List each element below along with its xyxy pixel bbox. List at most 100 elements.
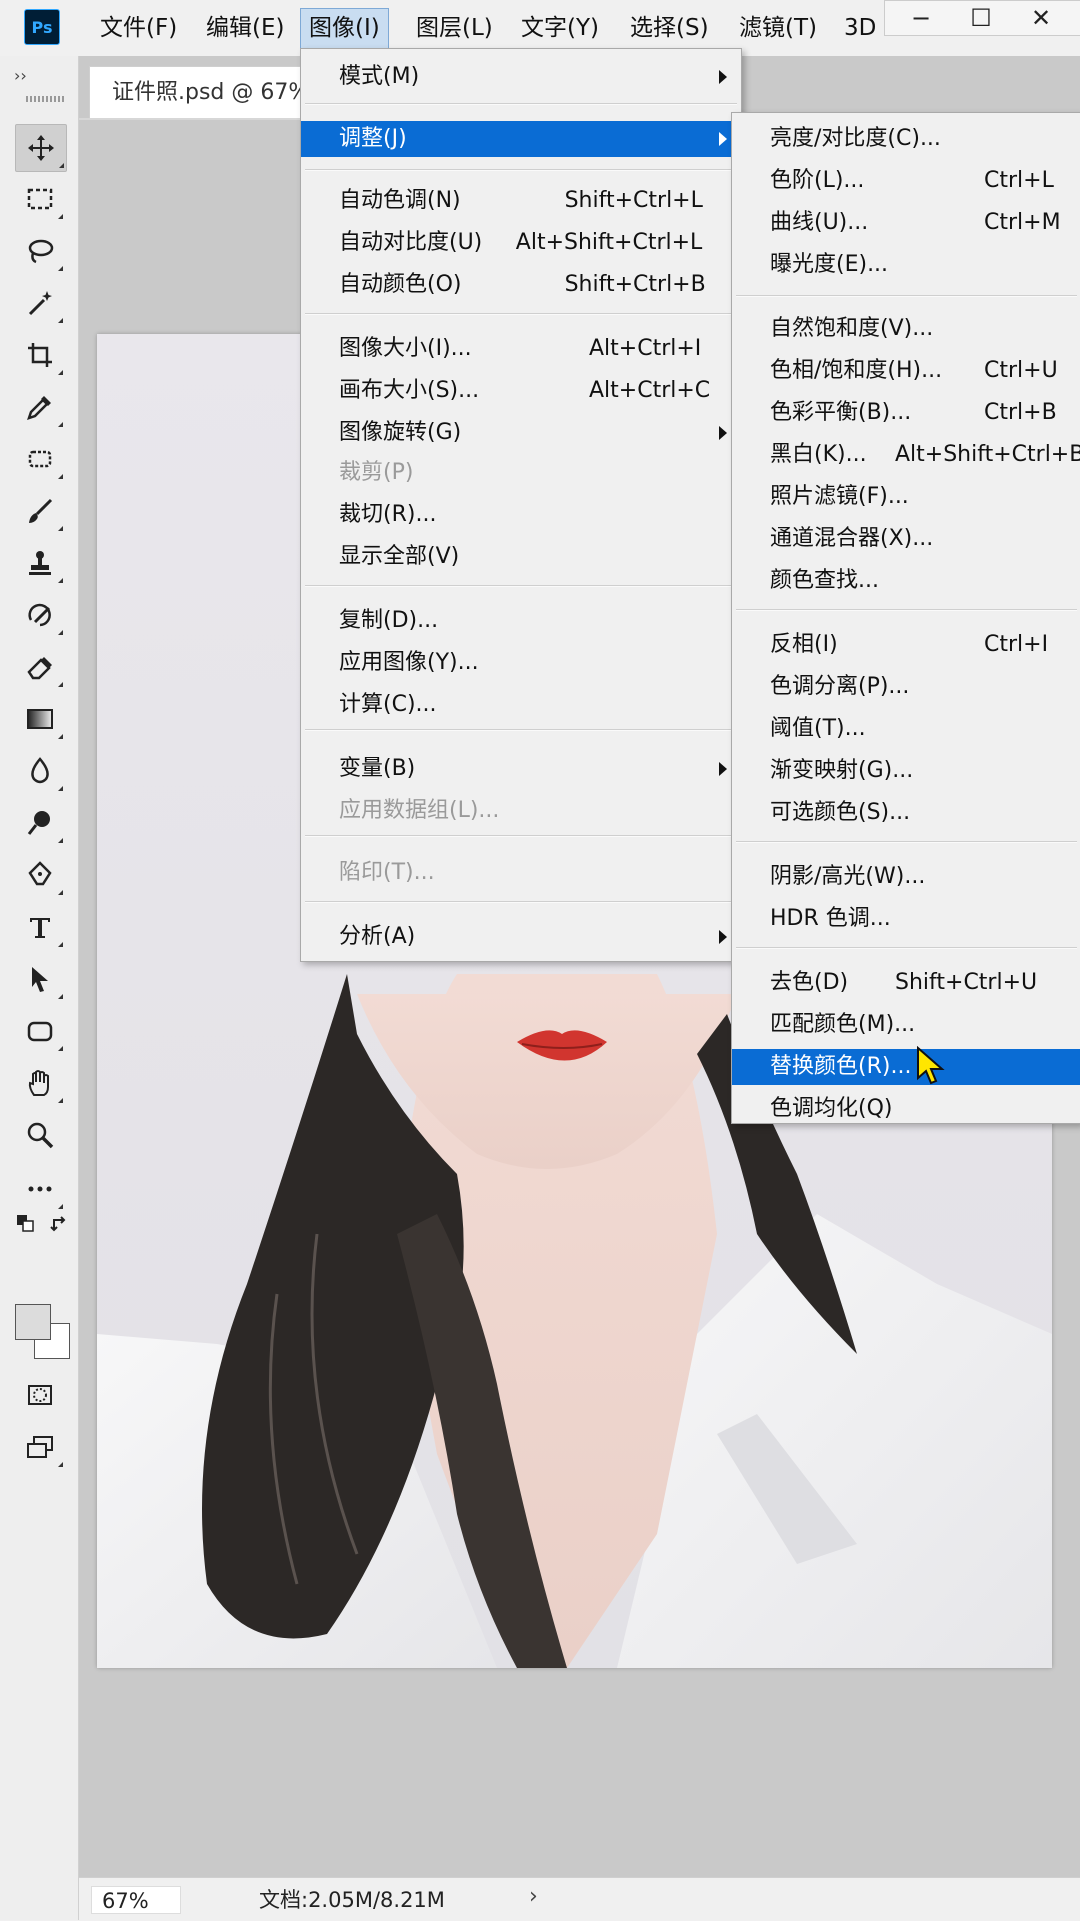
image-menu-item: 裁剪(P) xyxy=(301,455,741,491)
image-menu-item-label: 画布大小(S)... xyxy=(339,378,480,403)
menu-3d[interactable]: 3D xyxy=(836,8,884,48)
adjust-menu-item-label: 色调均化(Q) xyxy=(770,1096,893,1121)
magic-wand-tool-icon[interactable] xyxy=(15,280,65,326)
adjust-menu-item[interactable]: 匹配颜色(M)... xyxy=(732,1007,1080,1043)
adjust-menu-item[interactable]: 色调分离(P)... xyxy=(732,669,1080,705)
adjust-menu-item[interactable]: 通道混合器(X)... xyxy=(732,521,1080,557)
menu-file[interactable]: 文件(F) xyxy=(92,8,185,48)
adjust-menu-item[interactable]: 色调均化(Q) xyxy=(732,1091,1080,1127)
blur-tool-icon[interactable] xyxy=(15,748,65,794)
adjust-menu-item[interactable]: 渐变映射(G)... xyxy=(732,753,1080,789)
image-menu-item[interactable]: 分析(A) xyxy=(301,919,741,955)
adjust-menu-item[interactable]: 反相(I) Ctrl+I xyxy=(732,627,1080,663)
image-menu-item[interactable]: 显示全部(V) xyxy=(301,539,741,575)
zoom-level-field[interactable]: 67% xyxy=(91,1886,181,1914)
close-button[interactable]: ✕ xyxy=(1013,1,1069,35)
screen-mode-icon[interactable] xyxy=(15,1424,65,1470)
quick-mask-icon[interactable] xyxy=(15,1372,65,1418)
clone-stamp-tool-icon[interactable] xyxy=(15,540,65,586)
image-menu-item[interactable]: 自动对比度(U) Alt+Shift+Ctrl+L xyxy=(301,225,741,261)
menu-separator xyxy=(305,103,737,105)
type-tool-icon[interactable] xyxy=(15,904,65,950)
image-menu-item-label: 陷印(T)... xyxy=(339,860,435,885)
shape-tool-icon[interactable] xyxy=(15,1008,65,1054)
status-menu-arrow-icon[interactable]: › xyxy=(529,1884,538,1909)
adjust-menu-item[interactable]: 去色(D) Shift+Ctrl+U xyxy=(732,965,1080,1001)
menu-filter[interactable]: 滤镜(T) xyxy=(731,8,825,48)
menu-separator xyxy=(305,729,737,731)
history-brush-tool-icon[interactable] xyxy=(15,592,65,638)
path-selection-tool-icon[interactable] xyxy=(15,956,65,1002)
image-menu-item[interactable]: 图像旋转(G) xyxy=(301,415,741,451)
adjust-menu-item[interactable]: 阈值(T)... xyxy=(732,711,1080,747)
status-bar: 67% 文档:2.05M/8.21M › xyxy=(79,1877,1080,1921)
adjust-menu-item[interactable]: 阴影/高光(W)... xyxy=(732,859,1080,895)
adjust-menu-item[interactable]: 色阶(L)... Ctrl+L xyxy=(732,163,1080,199)
menu-layer[interactable]: 图层(L) xyxy=(408,8,501,48)
crop-tool-icon[interactable] xyxy=(15,332,65,378)
menu-select[interactable]: 选择(S) xyxy=(622,8,717,48)
maximize-button[interactable]: ☐ xyxy=(953,1,1009,35)
adjust-menu-item[interactable]: 颜色查找... xyxy=(732,563,1080,599)
swap-colors-icon[interactable] xyxy=(50,1214,70,1234)
menu-image[interactable]: 图像(I) xyxy=(300,8,389,50)
adjust-menu-item[interactable]: 曲线(U)... Ctrl+M xyxy=(732,205,1080,241)
brush-tool-icon[interactable] xyxy=(15,488,65,534)
image-menu-item[interactable]: 自动色调(N) Shift+Ctrl+L xyxy=(301,183,741,219)
panel-grip[interactable] xyxy=(26,96,66,102)
adjust-menu-item-label: 可选颜色(S)... xyxy=(770,800,911,825)
image-menu-item-label: 应用图像(Y)... xyxy=(339,650,479,675)
menu-edit[interactable]: 编辑(E) xyxy=(198,8,292,48)
submenu-arrow-icon xyxy=(719,930,727,944)
marquee-tool-icon[interactable] xyxy=(15,176,65,222)
image-menu-item[interactable]: 裁切(R)... xyxy=(301,497,741,533)
document-tab[interactable]: 证件照.psd @ 67% xyxy=(89,66,329,118)
image-menu-item-shortcut: Alt+Shift+Ctrl+L xyxy=(515,230,703,255)
adjust-menu-item[interactable]: HDR 色调... xyxy=(732,901,1080,937)
adjust-menu-item[interactable]: 照片滤镜(F)... xyxy=(732,479,1080,515)
image-menu-item[interactable]: 自动颜色(O) Shift+Ctrl+B xyxy=(301,267,741,303)
adjust-menu-item-label: 匹配颜色(M)... xyxy=(770,1012,916,1037)
adjust-menu-item-label: 通道混合器(X)... xyxy=(770,526,934,551)
adjust-menu-item-label: 色阶(L)... xyxy=(770,168,865,193)
image-menu-item[interactable]: 计算(C)... xyxy=(301,687,741,723)
adjust-menu-item[interactable]: 黑白(K)... Alt+Shift+Ctrl+B xyxy=(732,437,1080,473)
dodge-tool-icon[interactable] xyxy=(15,800,65,846)
image-menu-item[interactable]: 图像大小(I)... Alt+Ctrl+I xyxy=(301,331,741,367)
minimize-button[interactable]: − xyxy=(893,1,949,35)
eraser-tool-icon[interactable] xyxy=(15,644,65,690)
menu-separator xyxy=(736,841,1077,843)
image-menu-item[interactable]: 复制(D)... xyxy=(301,603,741,639)
hand-tool-icon[interactable] xyxy=(15,1060,65,1106)
image-menu-item[interactable]: 变量(B) xyxy=(301,751,741,787)
more-tools-icon[interactable] xyxy=(15,1166,65,1212)
adjust-menu-item-label: 黑白(K)... xyxy=(770,442,867,467)
healing-brush-tool-icon[interactable] xyxy=(15,436,65,482)
adjust-menu-item[interactable]: 亮度/对比度(C)... xyxy=(732,121,1080,157)
image-menu-item[interactable]: 模式(M) xyxy=(301,59,741,95)
image-menu-item[interactable]: 应用图像(Y)... xyxy=(301,645,741,681)
pen-tool-icon[interactable] xyxy=(15,852,65,898)
image-menu-item[interactable]: 调整(J) xyxy=(301,121,741,157)
adjust-menu-item[interactable]: 替换颜色(R)... xyxy=(732,1049,1080,1085)
menu-type[interactable]: 文字(Y) xyxy=(513,8,607,48)
default-colors-icon[interactable] xyxy=(16,1214,36,1234)
image-menu-item[interactable]: 画布大小(S)... Alt+Ctrl+C xyxy=(301,373,741,409)
adjust-menu-item[interactable]: 可选颜色(S)... xyxy=(732,795,1080,831)
menu-separator xyxy=(736,609,1077,611)
lasso-tool-icon[interactable] xyxy=(15,228,65,274)
foreground-color-swatch[interactable] xyxy=(15,1304,51,1340)
adjust-menu-item[interactable]: 自然饱和度(V)... xyxy=(732,311,1080,347)
eyedropper-tool-icon[interactable] xyxy=(15,384,65,430)
image-menu-item-label: 自动色调(N) xyxy=(339,188,461,213)
image-menu-item-label: 模式(M) xyxy=(339,64,420,89)
adjust-menu-item[interactable]: 色彩平衡(B)... Ctrl+B xyxy=(732,395,1080,431)
collapse-panel-icon[interactable]: ›› xyxy=(14,66,27,85)
adjust-menu-item[interactable]: 色相/饱和度(H)... Ctrl+U xyxy=(732,353,1080,389)
move-tool-icon[interactable] xyxy=(15,124,67,172)
zoom-tool-icon[interactable] xyxy=(15,1112,65,1158)
adjust-menu-item[interactable]: 曝光度(E)... xyxy=(732,247,1080,283)
adjust-menu-item-label: 色相/饱和度(H)... xyxy=(770,358,943,383)
submenu-arrow-icon xyxy=(719,132,727,146)
gradient-tool-icon[interactable] xyxy=(15,696,65,742)
